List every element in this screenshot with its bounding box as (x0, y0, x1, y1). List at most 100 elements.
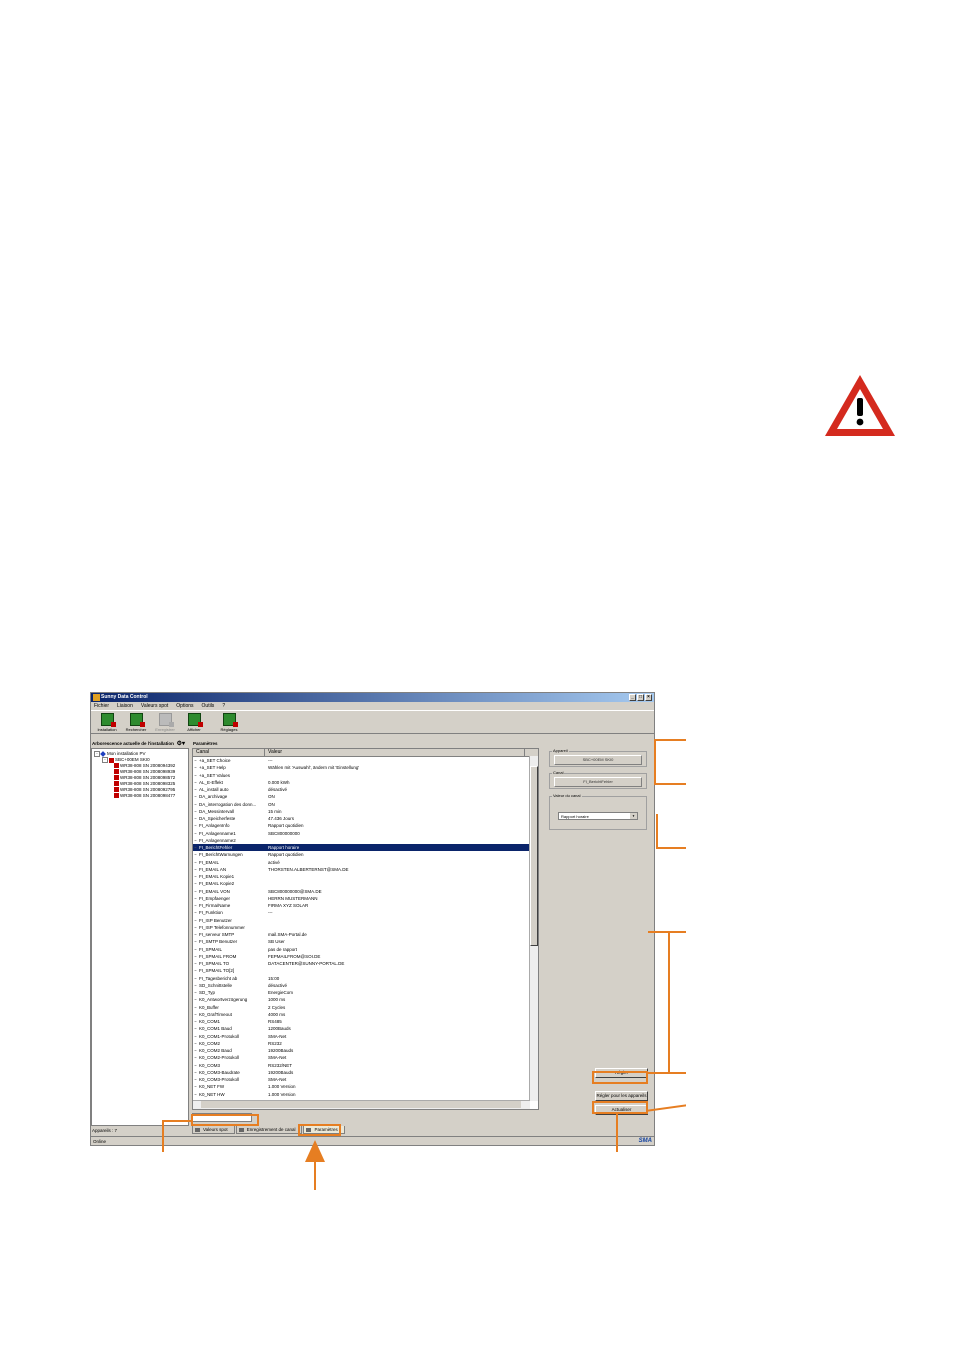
table-row[interactable]: ~ FI_Anlagenname2 (193, 837, 538, 844)
channel-name: DA_Speicherfeste (199, 816, 236, 821)
channel-name: AL_install auto (199, 787, 229, 792)
table-row[interactable]: ~ FI_ISP Benutzer (193, 917, 538, 924)
tree-device[interactable]: WR38-808 SN 2008098477 (114, 793, 175, 799)
table-row[interactable]: ~ FI_Funktion --- (193, 909, 538, 916)
table-row[interactable]: ~ K0_COM1 Baud 1200Bauds (193, 1025, 538, 1032)
table-row[interactable]: ~ AL_install auto désactivé (193, 786, 538, 793)
maximize-button[interactable]: □ (637, 694, 644, 701)
tab-enregistrement-canal[interactable]: Enregistrement de canal (235, 1126, 303, 1134)
horizontal-scrollbar[interactable] (193, 1100, 530, 1109)
table-row[interactable]: ~ FI_serveur SMTP mail.SMA-Portal.de (193, 931, 538, 938)
save-icon (158, 713, 174, 727)
menu-liaison[interactable]: Liaison (117, 702, 133, 710)
refresh-button-highlight (592, 1101, 648, 1114)
table-row[interactable]: ~ FI_Firma/Name FIRMA XYZ SOLAR (193, 902, 538, 909)
table-row[interactable]: ~ K0_NET FW 1.000 Version (193, 1083, 538, 1090)
table-row[interactable]: ~ +a_SET Choice --- (193, 757, 538, 764)
chevron-down-icon[interactable]: ▼ (630, 813, 637, 819)
table-row[interactable]: ~ FI_SMTP Benutzer SB User (193, 938, 538, 945)
channel-value (266, 880, 528, 887)
save-button[interactable]: Enregistrer (151, 713, 179, 732)
table-row[interactable]: ~ FI_EMAIL Kopie1 (193, 873, 538, 880)
parameters-tab-highlight (298, 1124, 341, 1136)
table-row[interactable]: ~ FI_EMAIL Kopie2 (193, 880, 538, 887)
channel-value: ON (268, 801, 275, 807)
table-row[interactable]: ~ FI_Anlagenname1 SBC800000000 (193, 830, 538, 837)
table-row[interactable]: ~ K0_COM3-Protokoll SMA-Net (193, 1076, 538, 1083)
menu-valeurs-spot[interactable]: Valeurs spot (141, 702, 168, 710)
vertical-scrollbar[interactable] (529, 756, 538, 1101)
channel-name: K0_COM3-Protokoll (199, 1077, 240, 1082)
table-row[interactable]: ~ K0_COM3-Baudrate 19200Bauds (193, 1069, 538, 1076)
table-row[interactable]: ~ DA_interrogation des donn... ON (193, 801, 538, 808)
menu-help[interactable]: ? (222, 702, 225, 710)
menu-options[interactable]: Options (176, 702, 193, 710)
table-row[interactable]: ~ SD_Schnittstelle désactivé (193, 982, 538, 989)
table-row[interactable]: ~ FI_Empfaenger HERRN MUSTERMANN (193, 895, 538, 902)
table-row[interactable]: ~ +a_SET Values (193, 772, 538, 779)
settings-button[interactable]: Réglages (215, 713, 243, 732)
collapse-icon[interactable]: − (94, 751, 100, 757)
spot-values-icon (195, 1128, 200, 1132)
tab-valeurs-spot[interactable]: Valeurs spot (192, 1126, 235, 1134)
column-valeur[interactable]: Valeur (265, 749, 525, 756)
menu-outils[interactable]: Outils (202, 702, 215, 710)
table-row[interactable]: ~ AL_E-Effekt 0.000 kWh (193, 779, 538, 786)
inverter-icon (114, 775, 119, 781)
table-row[interactable]: ~ DA_archivage ON (193, 793, 538, 800)
channel-name: K0_COM2 (199, 1040, 221, 1046)
table-row[interactable]: ~ K0_COM1-Protokoll SMA-Net (193, 1033, 538, 1040)
table-row[interactable]: ~ FI_EMAIL VON SBC800000000@SMA.DE (193, 888, 538, 895)
table-row[interactable]: ~ K0_COM2 RS232 (193, 1040, 538, 1047)
table-row[interactable]: ~ +a_SET Help Wählen mit 'Auswahl', ändern… (193, 764, 538, 771)
gear-icon[interactable]: ⚙▾ (177, 741, 185, 747)
table-row[interactable]: ~ FI_EMAIL activé (193, 859, 538, 866)
menu-fichier[interactable]: Fichier (94, 702, 109, 710)
channel-name: K0_COM1 (199, 1019, 221, 1024)
table-row[interactable]: ~ FI_SPMAIL FROM FEPMAILFROM@SOI.DE (193, 953, 538, 960)
table-row[interactable]: ~ FI_AnlagenInfo Rapport quotidien (193, 822, 538, 829)
table-row[interactable]: ~ FI_BerichtWarnungen Rapport quotidien (193, 851, 538, 858)
scroll-thumb[interactable] (530, 766, 538, 946)
inverter-icon (114, 787, 119, 793)
close-button[interactable]: × (645, 694, 652, 701)
collapse-icon[interactable]: − (102, 757, 108, 763)
channel-value: désactivé (268, 982, 288, 988)
table-row[interactable]: ~ FI_Tagesbericht ab 15:00 (193, 975, 538, 982)
channel-value: SMA-Net (268, 1055, 287, 1061)
table-row[interactable]: ~ K0_COM2-Protokoll SMA-Net (193, 1054, 538, 1061)
set-all-devices-button[interactable]: Régler pour les appareils (595, 1091, 648, 1101)
table-row[interactable]: ~ DA_Messintervall 15 min (193, 808, 538, 815)
channel-value: SMA-Net (268, 1077, 287, 1082)
table-row[interactable]: ~ FI_BerichtFehler Rapport horaire (193, 844, 538, 852)
table-row[interactable]: ~ K0_COM2 Baud 19200Bauds (193, 1047, 538, 1054)
search-button[interactable]: Rechercher (122, 713, 150, 732)
table-row[interactable]: ~ FI_SPMAIL TO[2] (193, 967, 538, 974)
installation-button[interactable]: Installation (93, 713, 121, 732)
table-row[interactable]: ~ K0_Buffer 2 Cycles (193, 1004, 538, 1011)
table-row[interactable]: ~ K0_Antwortverzögerung 1000 ms (193, 996, 538, 1003)
display-button[interactable]: Afficher (180, 713, 208, 732)
table-row[interactable]: ~ K0_NET HW 1.000 Version (193, 1091, 538, 1098)
channel-value: SMA-Net (268, 1033, 287, 1039)
minimize-button[interactable]: _ (629, 694, 636, 701)
channel-value-select[interactable]: Rapport horaire ▼ (558, 812, 638, 820)
table-row[interactable]: ~ K0_COM3 RS232/NET (193, 1062, 538, 1069)
table-row[interactable]: ~ K0_COM1 RS485 (193, 1018, 538, 1025)
channel-value (266, 967, 528, 974)
column-canal[interactable]: Canal (193, 749, 265, 756)
channel-name: FI_SPMAIL (199, 946, 223, 952)
display-icon (187, 713, 203, 727)
table-row[interactable]: ~ FI_EMAIL AN THORSTEN.ALBERTERNST@SMA.DE (193, 866, 538, 873)
table-row[interactable]: ~ FI_SPMAIL pas de rapport (193, 946, 538, 953)
scroll-thumb[interactable] (201, 1101, 521, 1108)
channel-name: FI_BerichtFehler (199, 845, 233, 850)
table-row[interactable]: ~ K0_GrafTimeout 4000 ms (193, 1011, 538, 1018)
table-row[interactable]: ~ DA_Speicherfeste 47.436 Jours (193, 815, 538, 822)
connection-status: Online (93, 1139, 107, 1144)
channel-value: désactivé (268, 787, 288, 792)
channel-name: FI_EMAIL AN (199, 866, 227, 872)
table-row[interactable]: ~ FI_SPMAIL TO DATACENTER@SUNNY-PORTAL.DE (193, 960, 538, 967)
table-row[interactable]: ~ FI_ISP Telefonnummer (193, 924, 538, 931)
table-row[interactable]: ~ SD_Typ EnergieCom (193, 989, 538, 996)
